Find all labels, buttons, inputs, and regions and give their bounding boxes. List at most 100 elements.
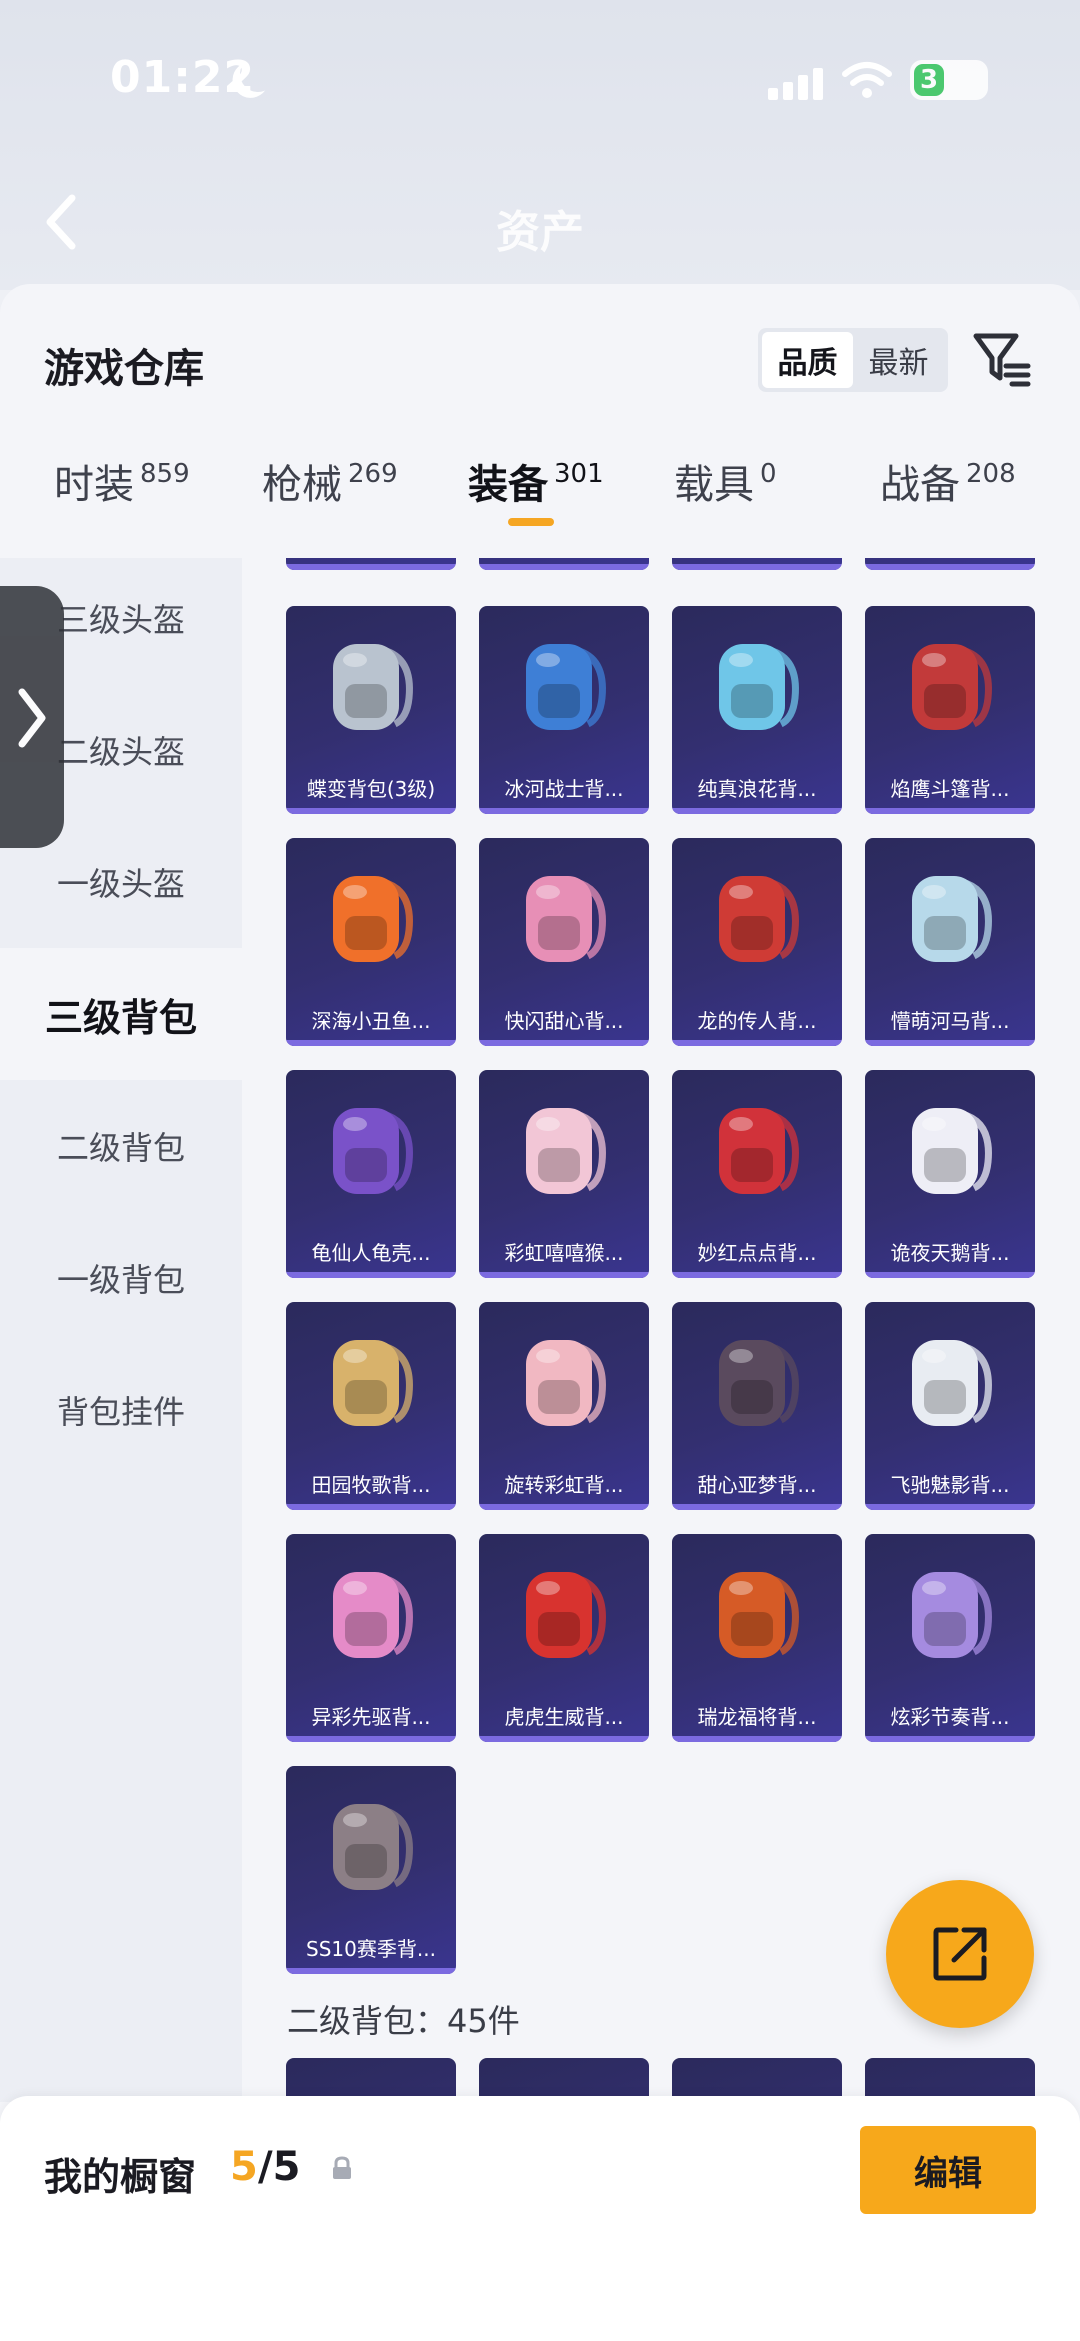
item-label: 龙的传人背... <box>697 1009 817 1033</box>
lock-icon <box>333 2156 351 2179</box>
item-label: 蝶变背包(3级) <box>306 777 436 801</box>
side-expand-handle[interactable] <box>0 586 64 848</box>
tab-vehicles[interactable]: 载具 0 <box>674 452 777 542</box>
tab-equipment[interactable]: 装备 301 <box>468 452 604 542</box>
sort-quality-button[interactable]: 品质 <box>762 332 853 388</box>
item-card[interactable]: 冰河战士背... <box>479 606 649 814</box>
tab-count: 208 <box>966 459 1016 489</box>
item-label: 旋转彩虹背... <box>504 1473 624 1497</box>
item-card[interactable]: 妙红点点背... <box>672 1070 842 1278</box>
item-label: 虎虎生威背... <box>504 1705 624 1729</box>
backpack-icon <box>912 644 992 730</box>
tab-fashion[interactable]: 时装 859 <box>54 452 190 542</box>
item-label: 妙红点点背... <box>697 1241 817 1265</box>
item-card[interactable]: 诡夜天鹅背... <box>865 1070 1035 1278</box>
item-label: 快闪甜心背... <box>504 1009 624 1033</box>
item-label: 诡夜天鹅背... <box>890 1241 1010 1265</box>
wifi-icon <box>842 62 892 98</box>
sort-toggle: 品质 最新 <box>758 328 948 392</box>
backpack-icon <box>333 1804 413 1890</box>
item-card[interactable]: 田园牧歌背... <box>286 1302 456 1510</box>
item-label: 焰鹰斗篷背... <box>890 777 1010 801</box>
item-label: 甜心亚梦背... <box>697 1473 817 1497</box>
item-card[interactable]: 龙的传人背... <box>672 838 842 1046</box>
sidebar-item-backpack-1[interactable]: 一级背包 <box>0 1212 242 1344</box>
page-title: 资产 <box>496 207 584 258</box>
item-card[interactable]: 深海小丑鱼... <box>286 838 456 1046</box>
item-card[interactable]: 虎虎生威背... <box>479 1534 649 1742</box>
tab-firearms[interactable]: 枪械 269 <box>262 452 398 542</box>
backpack-icon <box>912 1572 992 1658</box>
showcase-count: 5 <box>230 2144 258 2190</box>
item-card[interactable]: 甜心亚梦背... <box>672 1302 842 1510</box>
panel-title: 游戏仓库 <box>44 346 204 392</box>
sidebar-item-backpack-charm[interactable]: 背包挂件 <box>0 1344 242 1476</box>
item-card[interactable]: 异彩先驱背... <box>286 1534 456 1742</box>
tab-label: 枪械 <box>262 462 342 508</box>
item-label: 懵萌河马背... <box>890 1009 1010 1033</box>
item-grid: 蝶变背包(3级) 冰河战士背... 纯真浪花背... 焰鹰斗篷背... 深海小丑鱼...… <box>242 558 1080 2102</box>
sidebar-item-backpack-2[interactable]: 二级背包 <box>0 1080 242 1212</box>
backpack-icon <box>719 1108 799 1194</box>
item-card[interactable]: 蝶变背包(3级) <box>286 606 456 814</box>
tab-label: 时装 <box>54 462 134 508</box>
edit-button[interactable]: 编辑 <box>860 2126 1036 2214</box>
backpack-icon <box>333 1340 413 1426</box>
item-label: 田园牧歌背... <box>311 1473 431 1497</box>
tab-count: 269 <box>348 459 398 489</box>
status-time: 01:22 <box>110 52 256 103</box>
item-card[interactable]: 飞驰魅影背... <box>865 1302 1035 1510</box>
filter-icon[interactable] <box>972 328 1032 388</box>
backpack-icon <box>333 1572 413 1658</box>
item-card[interactable]: 龟仙人龟壳... <box>286 1070 456 1278</box>
backpack-icon <box>333 1108 413 1194</box>
backpack-icon <box>333 876 413 962</box>
item-card[interactable]: 彩虹嘻嘻猴... <box>479 1070 649 1278</box>
backpack-icon <box>526 1108 606 1194</box>
item-label: 纯真浪花背... <box>697 777 817 801</box>
battery-icon: 3 <box>910 60 988 100</box>
signal-icon <box>768 66 826 100</box>
tab-combat-gear[interactable]: 战备 208 <box>880 452 1016 542</box>
sort-newest-button[interactable]: 最新 <box>853 332 944 388</box>
backpack-icon <box>912 876 992 962</box>
item-card[interactable]: 炫彩节奏背... <box>865 1534 1035 1742</box>
backpack-icon <box>526 1572 606 1658</box>
backpack-icon <box>912 1108 992 1194</box>
item-label: 彩虹嘻嘻猴... <box>504 1241 624 1265</box>
battery-level: 3 <box>914 64 944 96</box>
chevron-right-icon <box>18 688 46 748</box>
backpack-icon <box>526 644 606 730</box>
item-card[interactable]: 快闪甜心背... <box>479 838 649 1046</box>
section-label: 二级背包：45件 <box>287 2002 520 2040</box>
sidebar-item-backpack-3[interactable]: 三级背包 <box>0 948 242 1080</box>
item-label: 龟仙人龟壳... <box>311 1241 431 1265</box>
item-label: 冰河战士背... <box>504 777 624 801</box>
backpack-icon <box>333 644 413 730</box>
tab-label: 装备 <box>468 462 548 508</box>
item-card[interactable]: 纯真浪花背... <box>672 606 842 814</box>
backpack-icon <box>719 644 799 730</box>
backpack-icon <box>912 1340 992 1426</box>
item-card[interactable]: 焰鹰斗篷背... <box>865 606 1035 814</box>
item-card[interactable]: 旋转彩虹背... <box>479 1302 649 1510</box>
item-card[interactable]: 懵萌河马背... <box>865 838 1035 1046</box>
backpack-icon <box>526 876 606 962</box>
item-label: 炫彩节奏背... <box>890 1705 1010 1729</box>
item-card-partial[interactable] <box>286 558 456 570</box>
item-card-partial[interactable] <box>865 558 1035 570</box>
item-card-partial[interactable] <box>672 558 842 570</box>
item-card[interactable]: 瑞龙福将背... <box>672 1534 842 1742</box>
item-card[interactable]: SS10赛季背... <box>286 1766 456 1974</box>
showcase-bar: 我的橱窗 5 /5 编辑 <box>0 2096 1080 2341</box>
showcase-total: /5 <box>258 2144 301 2190</box>
tab-label: 载具 <box>674 462 754 508</box>
backpack-icon <box>719 1572 799 1658</box>
backpack-icon <box>526 1340 606 1426</box>
tab-count: 301 <box>554 459 604 489</box>
top-header: 01:22 3 资产 <box>0 0 1080 290</box>
back-chevron-icon[interactable] <box>40 192 80 252</box>
item-label: 深海小丑鱼... <box>311 1009 431 1033</box>
share-fab[interactable] <box>886 1880 1034 2028</box>
item-card-partial[interactable] <box>479 558 649 570</box>
